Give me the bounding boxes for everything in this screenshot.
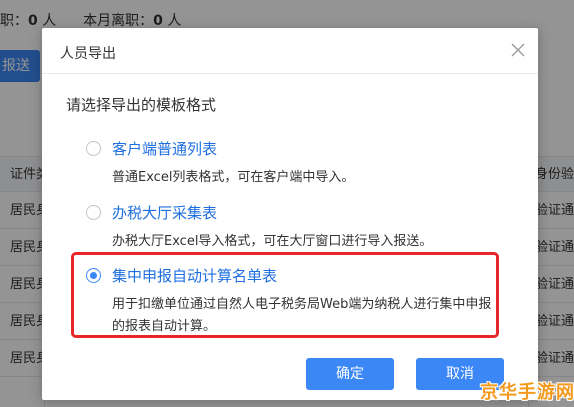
close-icon[interactable] xyxy=(508,40,528,60)
dialog-title: 人员导出 xyxy=(60,46,116,62)
highlight-box xyxy=(71,252,499,338)
radio-client-list[interactable] xyxy=(86,141,101,156)
option-tax-hall[interactable]: 办税大厅采集表 办税大厅Excel导入格式，可在大厅窗口进行导入报送。 xyxy=(86,202,506,252)
confirm-button[interactable]: 确定 xyxy=(306,358,394,390)
dialog-header: 人员导出 xyxy=(42,28,538,74)
export-dialog: 人员导出 请选择导出的模板格式 客户端普通列表 普通Excel列表格式，可在客户… xyxy=(42,28,538,400)
dialog-prompt: 请选择导出的模板格式 xyxy=(66,96,217,114)
option-client-list[interactable]: 客户端普通列表 普通Excel列表格式，可在客户端中导入。 xyxy=(86,138,506,188)
option-title: 办税大厅采集表 xyxy=(112,204,218,222)
option-description: 办税大厅Excel导入格式，可在大厅窗口进行导入报送。 xyxy=(112,234,433,249)
option-description: 普通Excel列表格式，可在客户端中导入。 xyxy=(112,170,355,185)
radio-tax-hall[interactable] xyxy=(86,205,101,220)
option-title: 客户端普通列表 xyxy=(112,140,218,158)
watermark-logo: 京华手游网 xyxy=(480,382,574,403)
